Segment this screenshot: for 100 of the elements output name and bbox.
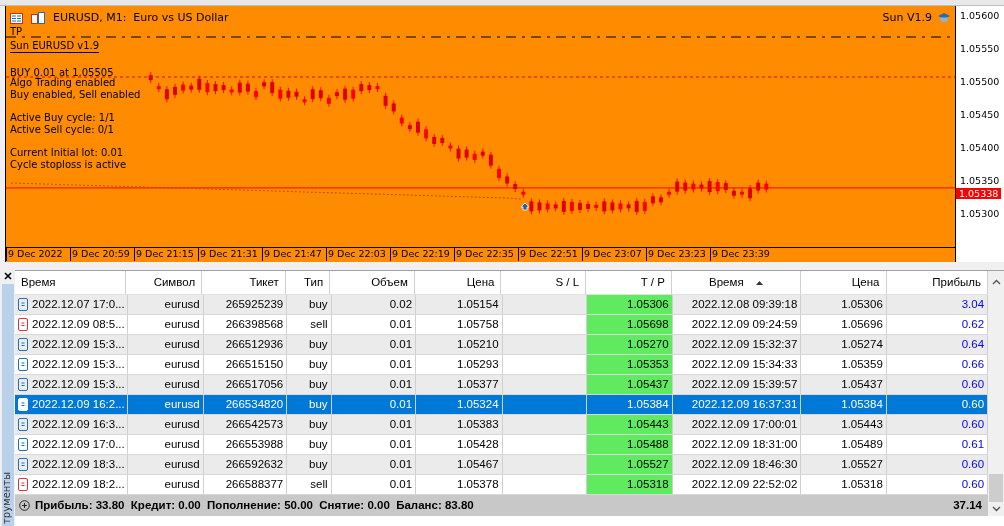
table-row[interactable]: 2022.12.09 16:2... eurusd 266534820 buy 0.01 1.05324 1.05384 2022.12.09 16:37:31 1.05384 0.60 (15, 395, 988, 415)
chart-title: EURUSD, M1: Euro vs US Dollar (53, 9, 229, 26)
table-cell-text: 2022.12.09 15:34:33 (691, 356, 798, 372)
candle (513, 180, 518, 193)
table-cell-text: sell (310, 476, 328, 492)
close-icon[interactable] (3, 272, 12, 280)
table-cell-text: 2022.12.09 18:3... (32, 456, 125, 472)
column-header[interactable]: Время (15, 271, 126, 294)
candle (497, 165, 501, 182)
order-icon (18, 298, 28, 311)
summary-text: Прибыль: 33.80 Кредит: 0.00 Пополнение: 50.00 Снятие: 0.00 Баланс: 83.80 (35, 497, 474, 513)
candle (578, 199, 582, 214)
time-label: 9 Dec 22:03 (326, 247, 390, 261)
table-row[interactable]: 2022.12.09 15:3... eurusd 266512936 buy 0.01 1.05210 1.05270 2022.12.09 15:32:37 1.05274 0.64 (15, 335, 988, 355)
column-header[interactable]: S / L (501, 271, 586, 294)
status-text: Algo Trading enabled (10, 77, 116, 89)
candle (594, 201, 599, 212)
time-label: 9 Dec 23:07 (582, 247, 646, 261)
table-cell-text: 0.60 (961, 476, 985, 492)
table-cell-text: buy (309, 396, 328, 412)
candle (440, 134, 445, 147)
candle (302, 95, 307, 106)
candle (270, 78, 275, 97)
table-row[interactable]: 2022.12.09 16:3... eurusd 266542573 buy 0.01 1.05383 1.05443 2022.12.09 17:00:01 1.05443 0.60 (15, 415, 988, 435)
table-row[interactable]: 2022.12.09 17:0... eurusd 266553988 buy 0.01 1.05428 1.05488 2022.12.09 18:31:00 1.05489 0.61 (15, 435, 988, 455)
table-row[interactable]: 2022.12.09 18:3... eurusd 266592632 buy 0.01 1.05467 1.05527 2022.12.09 18:46:30 1.05527 0.60 (15, 455, 988, 475)
table-row[interactable]: 2022.12.07 17:0... eurusd 265925239 buy 0.02 1.05154 1.05306 2022.12.08 09:39:18 1.05306 3.04 (15, 295, 988, 315)
price-label: 1.05300 (960, 208, 1000, 219)
table-cell-text: buy (309, 436, 328, 452)
candle (286, 87, 291, 102)
table-cell-text: 1.05306 (627, 296, 669, 312)
time-label: 9 Dec 22:19 (390, 247, 454, 261)
candle (181, 81, 186, 95)
table-cell-text: 0.60 (961, 396, 985, 412)
table-cell-text: 1.05758 (457, 316, 499, 332)
table-cell-text: eurusd (164, 416, 200, 432)
total-profit: 37.14 (953, 497, 982, 513)
table-cell-text: buy (309, 456, 328, 472)
table-cell-text: 1.05384 (627, 396, 669, 412)
table-cell-text: 1.05437 (627, 376, 669, 392)
table-cell-text: 2022.12.08 09:39:18 (691, 296, 798, 312)
table-cell-text: 1.05383 (457, 416, 499, 432)
status-text: Buy enabled, Sell enabled (10, 89, 141, 101)
candle (707, 177, 712, 196)
column-header[interactable]: Цена (800, 271, 886, 294)
column-header[interactable]: Объем (330, 271, 414, 294)
order-icon (18, 438, 28, 451)
table-cell-text: 1.05324 (457, 396, 499, 412)
candle (164, 85, 169, 103)
column-header[interactable]: Прибыль (886, 271, 987, 294)
time-label: 9 Dec 21:15 (134, 247, 198, 261)
candle (375, 82, 380, 93)
candle (310, 85, 315, 103)
candle (294, 88, 299, 101)
candle (351, 86, 356, 103)
candle (416, 118, 420, 137)
candle (359, 80, 364, 95)
order-icon (18, 318, 28, 331)
column-header[interactable]: Время (671, 271, 800, 294)
candle (245, 80, 250, 96)
table-row[interactable]: 2022.12.09 15:3... eurusd 266517056 buy 0.01 1.05377 1.05437 2022.12.09 15:39:57 1.05437 0.60 (15, 375, 988, 395)
table-cell-text: 1.05384 (841, 396, 883, 412)
table-cell-text: 1.05489 (841, 436, 883, 452)
expand-icon[interactable] (19, 500, 30, 511)
table-cell-text: buy (309, 296, 328, 312)
table-cell-text: eurusd (164, 396, 200, 412)
time-label: 9 Dec 22:35 (454, 247, 518, 261)
scroll-thumb[interactable] (989, 474, 1003, 502)
table-cell-text: eurusd (164, 476, 200, 492)
table-cell-text: 0.01 (389, 476, 413, 492)
price-label: 1.05500 (960, 76, 1000, 87)
table-cell-text: 0.01 (389, 436, 413, 452)
column-header[interactable]: Тип (285, 271, 330, 294)
scroll-down-icon[interactable] (991, 506, 1001, 512)
table-row[interactable]: 2022.12.09 18:2... eurusd 266588377 sell 0.01 1.05378 1.05318 2022.12.09 22:52:02 1.05318 0.60 (15, 475, 988, 495)
scroll-up-icon[interactable] (991, 279, 1001, 285)
table-cell-text: 2022.12.09 15:32:37 (691, 336, 798, 352)
candle (229, 85, 234, 96)
candle (213, 80, 218, 95)
table-cell-text: 2022.12.09 22:52:02 (691, 476, 798, 492)
candle (205, 79, 210, 96)
column-header[interactable]: Символ (126, 271, 202, 294)
candle (335, 88, 339, 100)
indicator-title: Sun EURUSD v1.9 (10, 40, 100, 53)
order-icon (18, 338, 28, 351)
time-label: 9 Dec 23:39 (710, 247, 774, 261)
column-header[interactable]: T / P (586, 271, 671, 294)
candle (432, 133, 437, 148)
status-text: BUY 0.01 at 1.05505 (10, 67, 114, 78)
column-header[interactable]: Цена (414, 271, 501, 294)
table-cell-text: 2022.12.09 17:00:01 (691, 416, 798, 432)
table-cell-text: 1.05210 (457, 336, 499, 352)
column-header[interactable]: Тикет (202, 271, 285, 294)
table-row[interactable]: 2022.12.09 15:3... eurusd 266515150 buy 0.01 1.05293 1.05353 2022.12.09 15:34:33 1.05359 0.66 (15, 355, 988, 375)
table-cell-text: 1.05359 (841, 356, 883, 372)
candle (691, 180, 696, 194)
table-row[interactable]: 2022.12.09 08:5... eurusd 266398568 sell 0.01 1.05758 1.05698 2022.12.09 09:24:59 1.05696 0.62 (15, 315, 988, 335)
table-cell-text: 0.01 (389, 376, 413, 392)
candle (586, 200, 591, 213)
candle (456, 145, 461, 163)
